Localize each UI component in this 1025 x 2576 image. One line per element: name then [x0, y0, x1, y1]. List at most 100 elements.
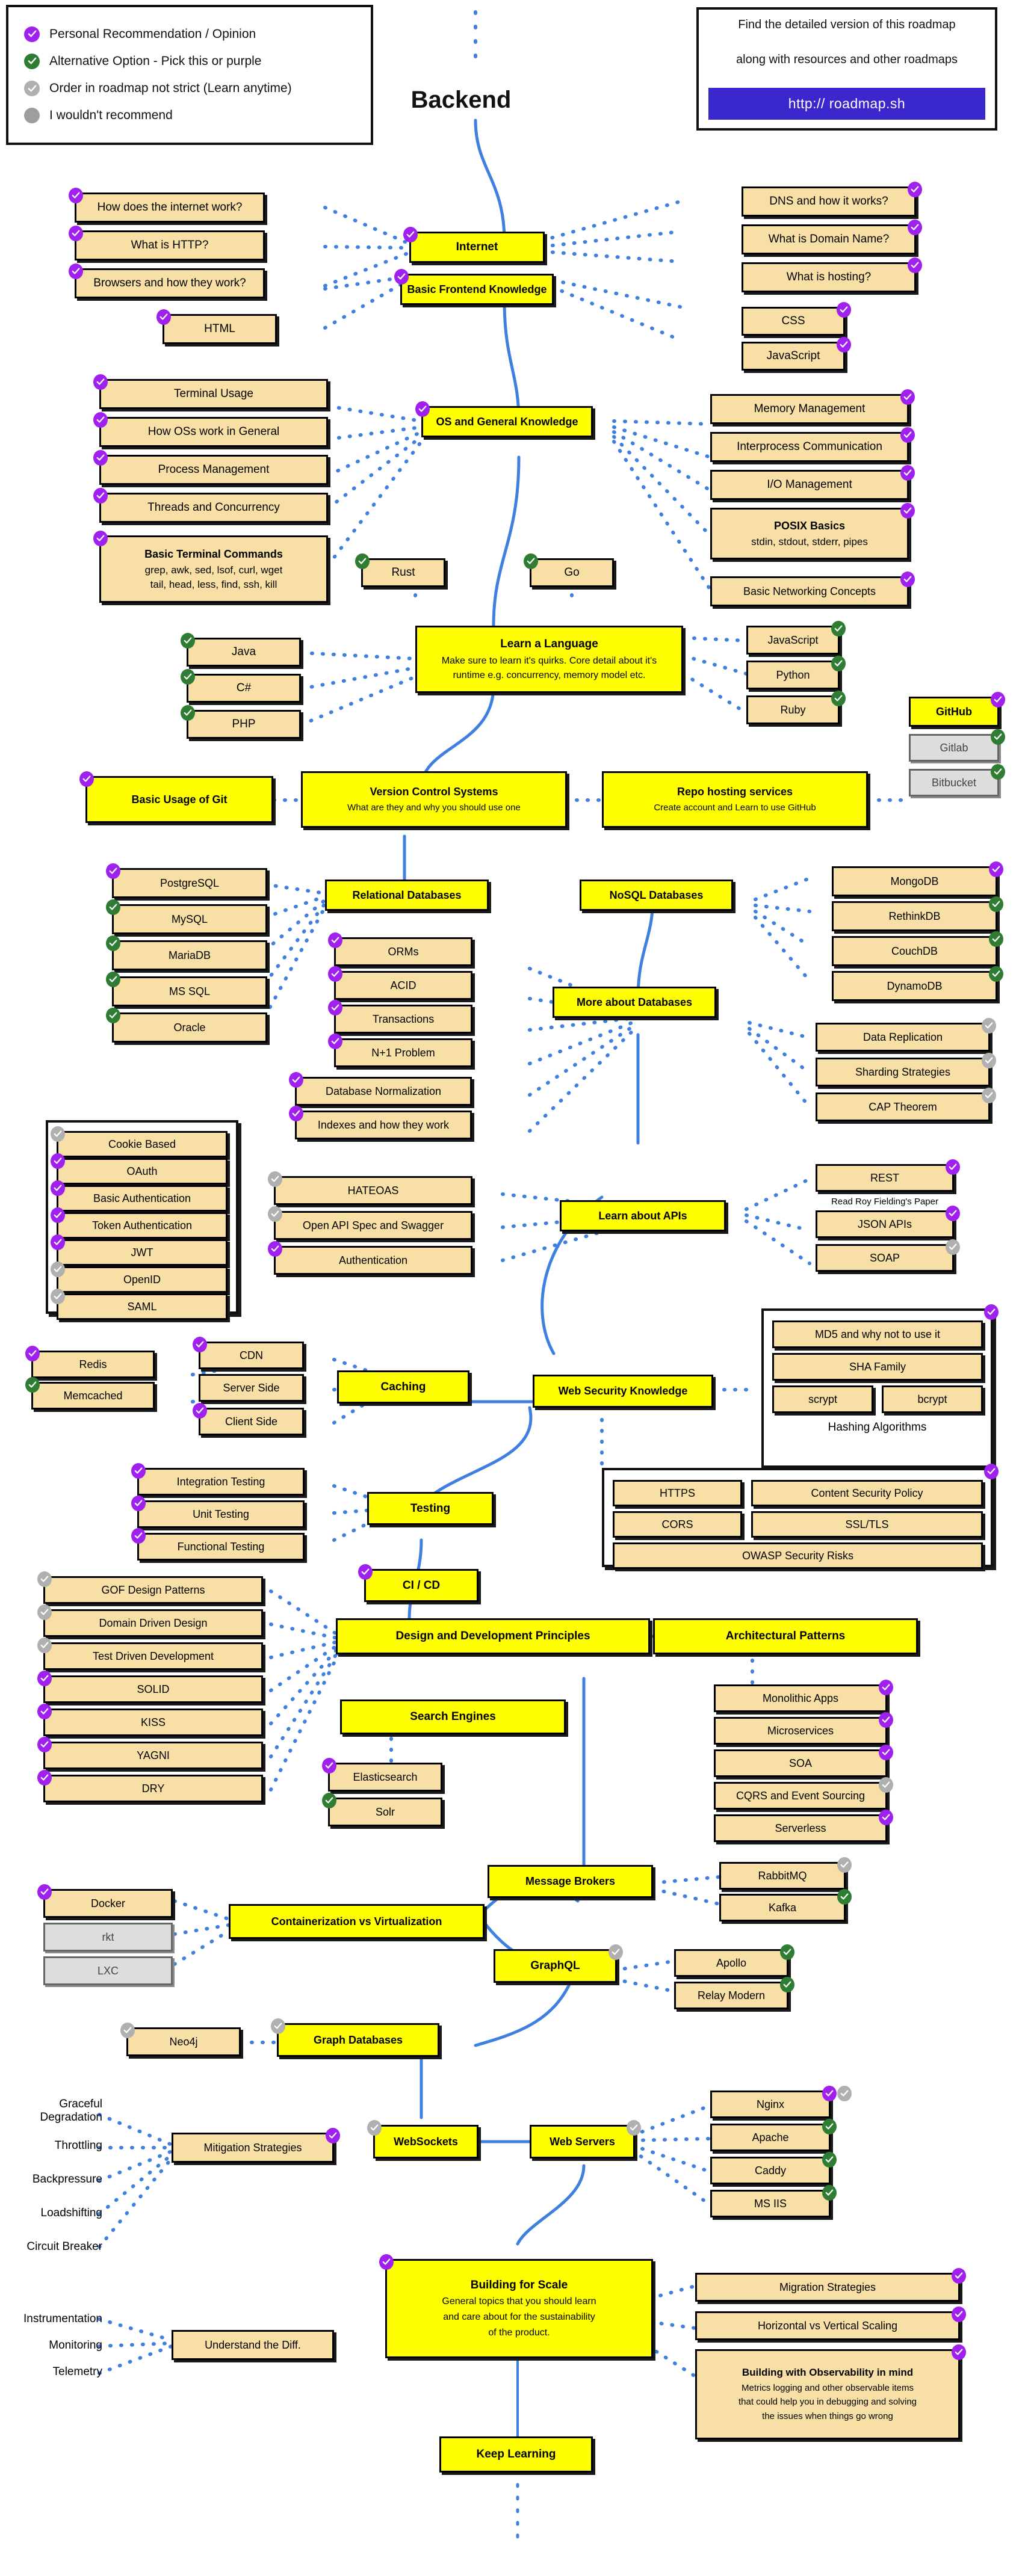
node-api-authentication[interactable]: Authentication: [268, 1241, 472, 1275]
node-search-engines[interactable]: Search Engines: [340, 1699, 566, 1734]
node-nosql-databases[interactable]: NoSQL Databases: [580, 880, 733, 911]
node-dynamodb[interactable]: DynamoDB: [832, 966, 1003, 1001]
node-cap-theorem[interactable]: CAP Theorem: [816, 1088, 996, 1121]
node-web-servers[interactable]: Web Servers: [530, 2120, 641, 2158]
node-couchdb[interactable]: CouchDB: [832, 931, 1003, 966]
node-web-security-knowledge[interactable]: Web Security Knowledge: [533, 1375, 713, 1408]
node-orms[interactable]: ORMs: [328, 932, 472, 966]
node-horizontal-vs-vertical-scaling[interactable]: Horizontal vs Vertical Scaling: [695, 2306, 966, 2340]
node-sharding-strategies[interactable]: Sharding Strategies: [816, 1053, 996, 1086]
node-data-replication[interactable]: Data Replication: [816, 1018, 996, 1052]
node-yagni[interactable]: YAGNI: [37, 1737, 263, 1769]
node-oracle[interactable]: Oracle: [106, 1008, 267, 1043]
node-version-control-systems[interactable]: Version Control Systems What are they an…: [301, 771, 567, 828]
node-mariadb[interactable]: MariaDB: [106, 935, 267, 970]
node-cqrs-event-sourcing[interactable]: CQRS and Event Sourcing: [714, 1777, 893, 1810]
node-os-general-knowledge[interactable]: OS and General Knowledge: [415, 401, 593, 437]
node-bcrypt[interactable]: bcrypt: [882, 1385, 983, 1413]
node-ssl-tls[interactable]: SSL/TLS: [751, 1511, 983, 1538]
node-containerization-vs-virtualization[interactable]: Containerization vs Virtualization: [229, 1904, 485, 1939]
node-soap[interactable]: SOAP: [816, 1239, 960, 1272]
node-client-side[interactable]: Client Side: [193, 1403, 304, 1435]
node-solid[interactable]: SOLID: [37, 1671, 263, 1703]
node-oauth[interactable]: OAuth: [51, 1153, 228, 1185]
node-go[interactable]: Go: [524, 553, 614, 587]
node-dns[interactable]: DNS and how it works?: [742, 182, 922, 217]
node-soa[interactable]: SOA: [714, 1745, 893, 1777]
node-json-apis[interactable]: JSON APIs: [816, 1206, 960, 1238]
node-lxc[interactable]: LXC: [43, 1956, 173, 1985]
node-domain-name[interactable]: What is Domain Name?: [742, 220, 922, 254]
node-hateoas[interactable]: HATEOAS: [268, 1171, 472, 1205]
node-postgresql[interactable]: PostgreSQL: [106, 863, 267, 898]
node-terminal-usage[interactable]: Terminal Usage: [93, 374, 328, 409]
node-mitigation-strategies[interactable]: Mitigation Strategies: [172, 2128, 340, 2163]
node-md5[interactable]: MD5 and why not to use it: [772, 1320, 983, 1348]
node-jwt[interactable]: JWT: [51, 1234, 228, 1266]
node-docker[interactable]: Docker: [37, 1884, 173, 1918]
node-solr[interactable]: Solr: [322, 1793, 442, 1826]
node-graph-databases[interactable]: Graph Databases: [271, 2018, 439, 2057]
node-content-security-policy[interactable]: Content Security Policy: [751, 1480, 983, 1506]
node-functional-testing[interactable]: Functional Testing: [131, 1528, 305, 1561]
node-php[interactable]: PHP: [181, 705, 301, 739]
node-saml[interactable]: SAML: [51, 1289, 228, 1320]
node-neo4j[interactable]: Neo4j: [120, 2023, 241, 2056]
node-rust[interactable]: Rust: [355, 553, 445, 587]
node-integration-testing[interactable]: Integration Testing: [131, 1463, 305, 1496]
node-repo-hosting-services[interactable]: Repo hosting services Create account and…: [602, 771, 868, 828]
node-building-for-scale[interactable]: Building for Scale General topics that y…: [379, 2254, 653, 2358]
node-mysql[interactable]: MySQL: [106, 899, 267, 934]
node-hosting[interactable]: What is hosting?: [742, 257, 922, 292]
node-serverless[interactable]: Serverless: [714, 1810, 893, 1842]
node-acid[interactable]: ACID: [328, 966, 472, 1000]
node-token-authentication[interactable]: Token Authentication: [51, 1207, 228, 1239]
node-microservices[interactable]: Microservices: [714, 1712, 893, 1745]
node-github[interactable]: GitHub: [909, 692, 1005, 727]
node-memcached[interactable]: Memcached: [25, 1377, 155, 1410]
node-basic-frontend-knowledge[interactable]: Basic Frontend Knowledge: [394, 269, 554, 305]
node-graphql[interactable]: GraphQL: [494, 1944, 623, 1983]
node-owasp-security-risks[interactable]: OWASP Security Risks: [613, 1542, 983, 1569]
node-server-side[interactable]: Server Side: [199, 1374, 304, 1402]
node-architectural-patterns[interactable]: Architectural Patterns: [653, 1618, 918, 1654]
node-migration-strategies[interactable]: Migration Strategies: [695, 2268, 966, 2302]
node-cookie-based[interactable]: Cookie Based: [51, 1126, 228, 1157]
node-https[interactable]: HTTPS: [613, 1480, 742, 1506]
node-caching[interactable]: Caching: [337, 1370, 469, 1404]
node-apollo[interactable]: Apollo: [674, 1944, 794, 1977]
node-testing[interactable]: Testing: [367, 1492, 494, 1525]
node-relay-modern[interactable]: Relay Modern: [674, 1977, 794, 2009]
node-csharp[interactable]: C#: [181, 669, 301, 703]
node-html[interactable]: HTML: [156, 309, 277, 344]
node-basic-networking-concepts[interactable]: Basic Networking Concepts: [710, 572, 915, 606]
node-basic-usage-of-git[interactable]: Basic Usage of Git: [79, 771, 273, 823]
node-gof-design-patterns[interactable]: GOF Design Patterns: [37, 1571, 263, 1604]
node-dry[interactable]: DRY: [37, 1770, 263, 1802]
node-websockets[interactable]: WebSockets: [367, 2120, 478, 2158]
node-cors[interactable]: CORS: [613, 1511, 742, 1538]
node-mongodb[interactable]: MongoDB: [832, 861, 1003, 896]
node-test-driven-development[interactable]: Test Driven Development: [37, 1638, 263, 1670]
node-posix-basics[interactable]: POSIX Basics stdin, stdout, stderr, pipe…: [710, 503, 915, 559]
node-caddy[interactable]: Caddy: [710, 2152, 837, 2184]
node-bitbucket[interactable]: Bitbucket: [909, 764, 1005, 797]
node-apache[interactable]: Apache: [710, 2119, 837, 2151]
node-javascript-frontend[interactable]: JavaScript: [742, 337, 851, 371]
node-domain-driven-design[interactable]: Domain Driven Design: [37, 1604, 263, 1637]
node-rabbitmq[interactable]: RabbitMQ: [719, 1857, 852, 1890]
node-design-and-development-principles[interactable]: Design and Development Principles: [336, 1618, 650, 1654]
node-scrypt[interactable]: scrypt: [772, 1385, 873, 1413]
node-learn-a-language[interactable]: Learn a Language Make sure to learn it's…: [415, 626, 683, 693]
node-relational-databases[interactable]: Relational Databases: [325, 880, 489, 911]
node-redis[interactable]: Redis: [25, 1346, 155, 1378]
node-database-normalization[interactable]: Database Normalization: [289, 1072, 472, 1106]
node-process-management[interactable]: Process Management: [93, 450, 328, 485]
node-cdn[interactable]: CDN: [193, 1337, 304, 1369]
node-message-brokers[interactable]: Message Brokers: [488, 1865, 653, 1898]
node-understand-the-diff[interactable]: Understand the Diff.: [172, 2330, 334, 2360]
node-ms-iis[interactable]: MS IIS: [710, 2185, 837, 2217]
node-internet[interactable]: Internet: [403, 227, 545, 263]
node-kafka[interactable]: Kafka: [719, 1889, 852, 1921]
node-python[interactable]: Python: [746, 656, 846, 689]
